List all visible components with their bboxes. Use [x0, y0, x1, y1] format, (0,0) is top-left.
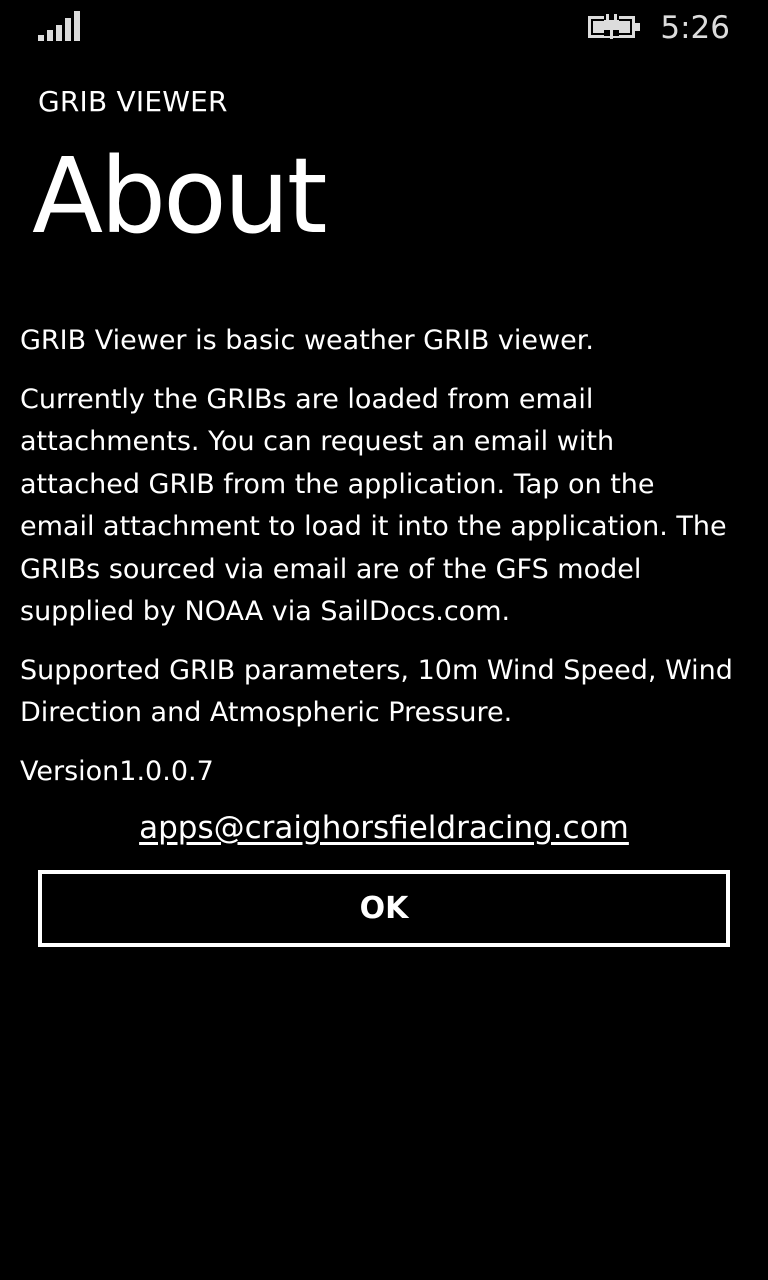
page-title: About: [32, 135, 327, 257]
parameters-text: Supported GRIB parameters, 10m Wind Spee…: [20, 654, 733, 729]
intro-text: GRIB Viewer is basic weather GRIB viewer…: [20, 325, 594, 356]
description-text: Currently the GRIBs are loaded from emai…: [20, 383, 727, 628]
about-content: GRIB Viewer is basic weather GRIB viewer…: [20, 320, 736, 809]
email-link[interactable]: apps@craighorsfieldracing.com: [0, 806, 768, 850]
status-time: 5:26: [660, 10, 730, 46]
version-text: Version1.0.0.7: [20, 751, 736, 794]
app-title: GRIB VIEWER: [38, 85, 228, 118]
version-number: 1.0.0.7: [119, 755, 214, 787]
battery-charging-icon: [588, 14, 640, 39]
version-label: Version: [20, 755, 120, 787]
status-bar: 5:26: [0, 0, 768, 56]
signal-strength-icon: [38, 11, 80, 41]
ok-button[interactable]: OK: [38, 870, 730, 947]
